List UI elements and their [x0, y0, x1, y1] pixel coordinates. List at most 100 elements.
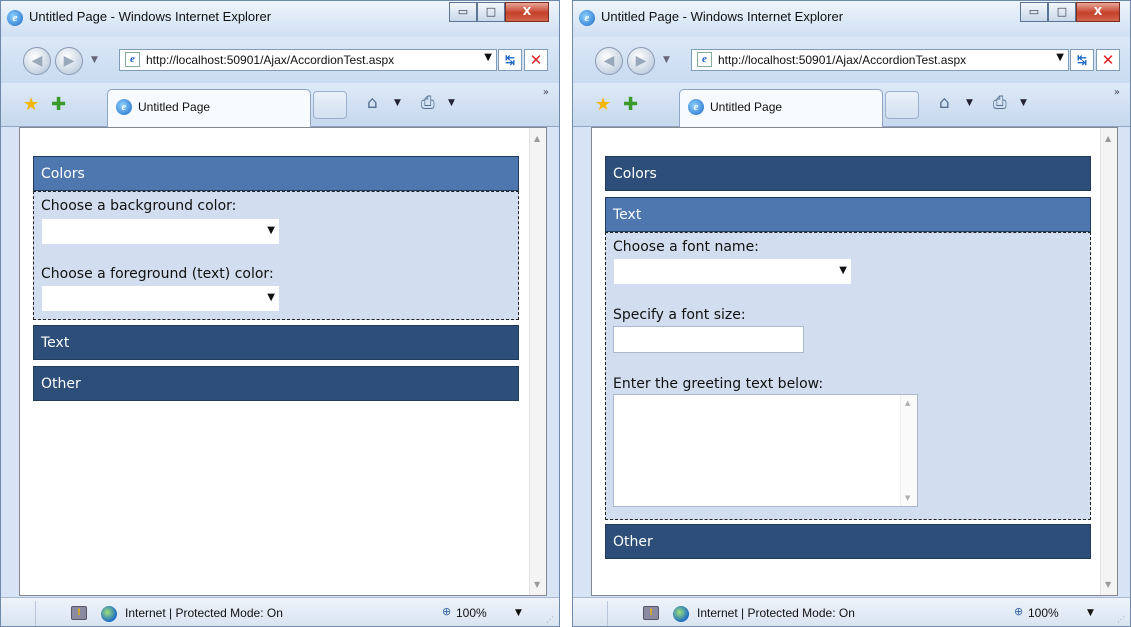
- status-text[interactable]: Internet | Protected Mode: On: [697, 606, 855, 620]
- accordion-header-text[interactable]: Text: [605, 197, 1091, 232]
- internet-zone-icon: [101, 606, 117, 622]
- history-dropdown-icon[interactable]: ▼: [91, 55, 98, 65]
- chevron-down-icon: ▼: [267, 225, 275, 236]
- zoom-icon[interactable]: ⊕: [1014, 605, 1023, 618]
- title-bar: e Untitled Page - Windows Internet Explo…: [573, 1, 1130, 37]
- chevron-more-icon[interactable]: »: [543, 87, 549, 98]
- maximize-button[interactable]: □: [1048, 2, 1076, 22]
- print-icon[interactable]: ⎙: [993, 93, 1007, 113]
- resize-grip-icon[interactable]: ⋰: [546, 615, 556, 625]
- home-icon[interactable]: ⌂: [367, 93, 378, 113]
- font-name-select[interactable]: ▼: [613, 258, 852, 285]
- tab-untitled-page[interactable]: e Untitled Page: [107, 89, 311, 127]
- font-name-label: Choose a font name:: [613, 239, 759, 255]
- accordion-panel-text: Choose a font name: ▼ Specify a font siz…: [605, 232, 1091, 520]
- address-text[interactable]: http://localhost:50901/Ajax/AccordionTes…: [146, 53, 394, 67]
- close-button[interactable]: X: [1076, 2, 1120, 22]
- ie-tab-icon: e: [116, 99, 132, 115]
- address-text[interactable]: http://localhost:50901/Ajax/AccordionTes…: [718, 53, 966, 67]
- forward-button[interactable]: ▶: [55, 47, 83, 75]
- forward-button[interactable]: ▶: [627, 47, 655, 75]
- zoom-icon[interactable]: ⊕: [442, 605, 451, 618]
- print-dropdown-icon[interactable]: ▼: [448, 98, 455, 108]
- window-controls: ▭ □ X: [1020, 2, 1120, 22]
- favorites-star-icon[interactable]: ★: [595, 94, 611, 115]
- new-tab-button[interactable]: [885, 91, 919, 119]
- address-bar[interactable]: e http://localhost:50901/Ajax/AccordionT…: [691, 49, 1069, 71]
- address-bar[interactable]: e http://localhost:50901/Ajax/AccordionT…: [119, 49, 497, 71]
- zoom-level[interactable]: 100%: [1028, 606, 1059, 620]
- address-dropdown-icon[interactable]: ▼: [1056, 52, 1064, 63]
- accordion-header-colors[interactable]: Colors: [605, 156, 1091, 191]
- tab-label: Untitled Page: [710, 100, 783, 114]
- scroll-down-icon[interactable]: ▼: [905, 494, 910, 502]
- favorites-star-icon[interactable]: ★: [23, 94, 39, 115]
- greeting-textarea[interactable]: ▲ ▼: [613, 394, 918, 507]
- vertical-scrollbar[interactable]: ▲ ▼: [529, 128, 546, 595]
- home-dropdown-icon[interactable]: ▼: [394, 98, 401, 108]
- title-bar: e Untitled Page - Windows Internet Explo…: [1, 1, 559, 37]
- scroll-up-icon[interactable]: ▲: [1105, 134, 1111, 143]
- window-title: Untitled Page - Windows Internet Explore…: [601, 9, 844, 24]
- internet-zone-icon: [673, 606, 689, 622]
- accordion-header-text[interactable]: Text: [33, 325, 519, 360]
- textarea-scrollbar[interactable]: ▲ ▼: [900, 395, 917, 506]
- refresh-button[interactable]: ↹: [498, 49, 522, 71]
- home-dropdown-icon[interactable]: ▼: [966, 98, 973, 108]
- chevron-down-icon: ▼: [839, 265, 847, 276]
- print-icon[interactable]: ⎙: [421, 93, 435, 113]
- page-content: Colors Choose a background color: ▼ Choo…: [19, 127, 547, 596]
- close-button[interactable]: X: [505, 2, 549, 22]
- scroll-down-icon[interactable]: ▼: [1105, 580, 1111, 589]
- background-color-label: Choose a background color:: [41, 198, 237, 214]
- home-icon[interactable]: ⌂: [939, 93, 950, 113]
- status-bar: ! Internet | Protected Mode: On ⊕ 100% ▼…: [573, 597, 1130, 626]
- resize-grip-icon[interactable]: ⋰: [1117, 615, 1127, 625]
- tab-row: ★ ✚ e Untitled Page ⌂ ▼ ⎙ ▼ »: [573, 83, 1130, 127]
- tab-untitled-page[interactable]: e Untitled Page: [679, 89, 883, 127]
- add-favorites-icon[interactable]: ✚: [623, 94, 638, 115]
- print-dropdown-icon[interactable]: ▼: [1020, 98, 1027, 108]
- background-color-select[interactable]: ▼: [41, 218, 280, 245]
- status-text[interactable]: Internet | Protected Mode: On: [125, 606, 283, 620]
- accordion-header-colors[interactable]: Colors: [33, 156, 519, 191]
- foreground-color-label: Choose a foreground (text) color:: [41, 266, 274, 282]
- minimize-button[interactable]: ▭: [449, 2, 477, 22]
- foreground-color-select[interactable]: ▼: [41, 285, 280, 312]
- zoom-level[interactable]: 100%: [456, 606, 487, 620]
- refresh-button[interactable]: ↹: [1070, 49, 1094, 71]
- page-content: Colors Text Choose a font name: ▼ Specif…: [591, 127, 1118, 596]
- chevron-down-icon: ▼: [267, 292, 275, 303]
- new-tab-button[interactable]: [313, 91, 347, 119]
- zoom-dropdown-icon[interactable]: ▼: [515, 608, 522, 618]
- greeting-label: Enter the greeting text below:: [613, 376, 824, 392]
- address-dropdown-icon[interactable]: ▼: [484, 52, 492, 63]
- address-row: ◀ ▶ ▼ e http://localhost:50901/Ajax/Acco…: [573, 37, 1130, 83]
- vertical-scrollbar[interactable]: ▲ ▼: [1100, 128, 1117, 595]
- history-dropdown-icon[interactable]: ▼: [663, 55, 670, 65]
- accordion-header-other[interactable]: Other: [33, 366, 519, 401]
- page-icon: e: [697, 52, 712, 67]
- status-divider: [35, 601, 36, 626]
- status-bar: ! Internet | Protected Mode: On ⊕ 100% ▼…: [1, 597, 559, 626]
- zoom-dropdown-icon[interactable]: ▼: [1087, 608, 1094, 618]
- minimize-button[interactable]: ▭: [1020, 2, 1048, 22]
- protected-mode-icon[interactable]: !: [71, 606, 87, 620]
- protected-mode-icon[interactable]: !: [643, 606, 659, 620]
- tab-row: ★ ✚ e Untitled Page ⌂ ▼ ⎙ ▼ »: [1, 83, 559, 127]
- font-size-label: Specify a font size:: [613, 307, 746, 323]
- back-button[interactable]: ◀: [23, 47, 51, 75]
- stop-button[interactable]: ✕: [1096, 49, 1120, 71]
- maximize-button[interactable]: □: [477, 2, 505, 22]
- back-button[interactable]: ◀: [595, 47, 623, 75]
- scroll-up-icon[interactable]: ▲: [534, 134, 540, 143]
- font-size-input[interactable]: [613, 326, 804, 353]
- ie-tab-icon: e: [688, 99, 704, 115]
- scroll-up-icon[interactable]: ▲: [905, 399, 910, 407]
- accordion-header-other[interactable]: Other: [605, 524, 1091, 559]
- add-favorites-icon[interactable]: ✚: [51, 94, 66, 115]
- window-controls: ▭ □ X: [449, 2, 549, 22]
- stop-button[interactable]: ✕: [524, 49, 548, 71]
- scroll-down-icon[interactable]: ▼: [534, 580, 540, 589]
- chevron-more-icon[interactable]: »: [1114, 87, 1120, 98]
